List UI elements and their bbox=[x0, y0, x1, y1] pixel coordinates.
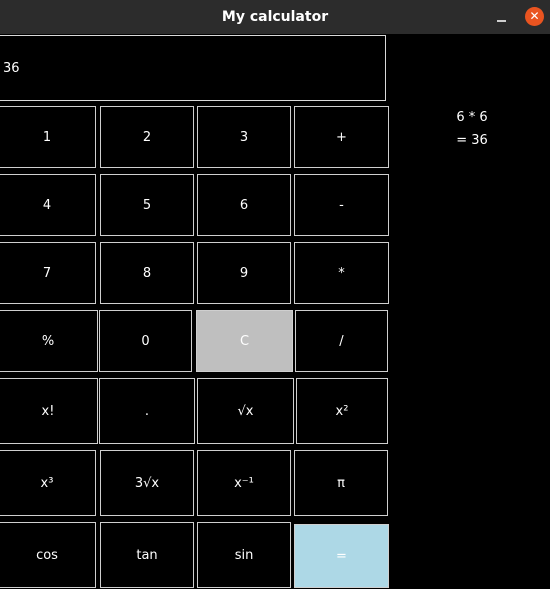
button-4[interactable]: 4 bbox=[0, 174, 96, 236]
tan-button[interactable]: tan bbox=[100, 522, 194, 588]
sin-button[interactable]: sin bbox=[197, 522, 291, 588]
button-minus[interactable]: - bbox=[294, 174, 389, 236]
equals-button[interactable]: = bbox=[294, 524, 389, 588]
factorial-button[interactable]: x! bbox=[0, 378, 98, 444]
history-line-result: = 36 bbox=[456, 133, 488, 148]
window-title: My calculator bbox=[221, 9, 329, 25]
button-3[interactable]: 3 bbox=[197, 106, 291, 168]
pi-button[interactable]: π bbox=[294, 450, 388, 516]
clear-button[interactable]: C bbox=[196, 310, 293, 372]
button-2[interactable]: 2 bbox=[100, 106, 194, 168]
button-plus[interactable]: + bbox=[294, 106, 389, 168]
button-9[interactable]: 9 bbox=[197, 242, 291, 304]
history-panel: 6 * 6 = 36 bbox=[410, 106, 534, 152]
display-field: 36 bbox=[0, 35, 386, 101]
cube-button[interactable]: x³ bbox=[0, 450, 96, 516]
button-6[interactable]: 6 bbox=[197, 174, 291, 236]
history-line-expression: 6 * 6 bbox=[456, 110, 488, 125]
button-divide[interactable]: / bbox=[295, 310, 388, 372]
button-multiply[interactable]: * bbox=[294, 242, 389, 304]
button-1[interactable]: 1 bbox=[0, 106, 96, 168]
inverse-button[interactable]: x⁻¹ bbox=[197, 450, 291, 516]
close-icon[interactable]: ✕ bbox=[525, 7, 544, 26]
button-percent[interactable]: % bbox=[0, 310, 98, 372]
square-root-button[interactable]: √x bbox=[197, 378, 294, 444]
button-0[interactable]: 0 bbox=[99, 310, 192, 372]
cube-root-button[interactable]: 3√x bbox=[100, 450, 194, 516]
square-button[interactable]: x² bbox=[296, 378, 388, 444]
button-7[interactable]: 7 bbox=[0, 242, 96, 304]
cos-button[interactable]: cos bbox=[0, 522, 96, 588]
button-5[interactable]: 5 bbox=[100, 174, 194, 236]
button-8[interactable]: 8 bbox=[100, 242, 194, 304]
minimize-icon[interactable] bbox=[492, 7, 512, 27]
decimal-button[interactable]: . bbox=[99, 378, 195, 444]
